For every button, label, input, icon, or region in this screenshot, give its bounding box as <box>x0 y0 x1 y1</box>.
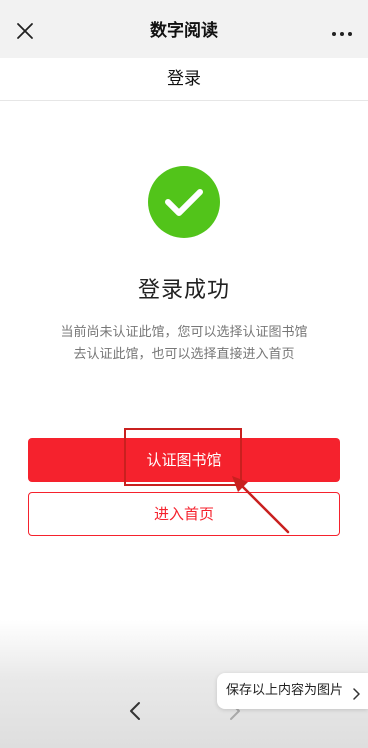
more-icon[interactable] <box>330 22 354 40</box>
subheader: 登录 <box>0 58 368 101</box>
save-as-image-label: 保存以上内容为图片 <box>226 683 344 698</box>
description-line-2: 去认证此馆，也可以选择直接进入首页 <box>73 347 295 362</box>
certify-library-button[interactable]: 认证图书馆 <box>28 438 340 482</box>
description-line-1: 当前尚未认证此馆，您可以选择认证图书馆 <box>60 325 308 340</box>
page: 数字阅读 登录 登录成功 当前尚未认证此馆，您可以选择认证图书馆 去认证此馆，也… <box>0 0 368 748</box>
page-title: 数字阅读 <box>150 21 218 41</box>
save-as-image-button[interactable]: 保存以上内容为图片 <box>217 673 368 709</box>
chevron-left-icon[interactable] <box>126 700 146 722</box>
enter-home-button[interactable]: 进入首页 <box>28 492 340 536</box>
check-circle-icon <box>148 166 220 238</box>
result-title: 登录成功 <box>137 278 230 303</box>
chevron-right-icon <box>352 685 360 700</box>
result-description: 当前尚未认证此馆，您可以选择认证图书馆 去认证此馆，也可以选择直接进入首页 <box>30 322 338 366</box>
subheader-title: 登录 <box>167 69 201 89</box>
navbar: 数字阅读 <box>0 0 368 58</box>
